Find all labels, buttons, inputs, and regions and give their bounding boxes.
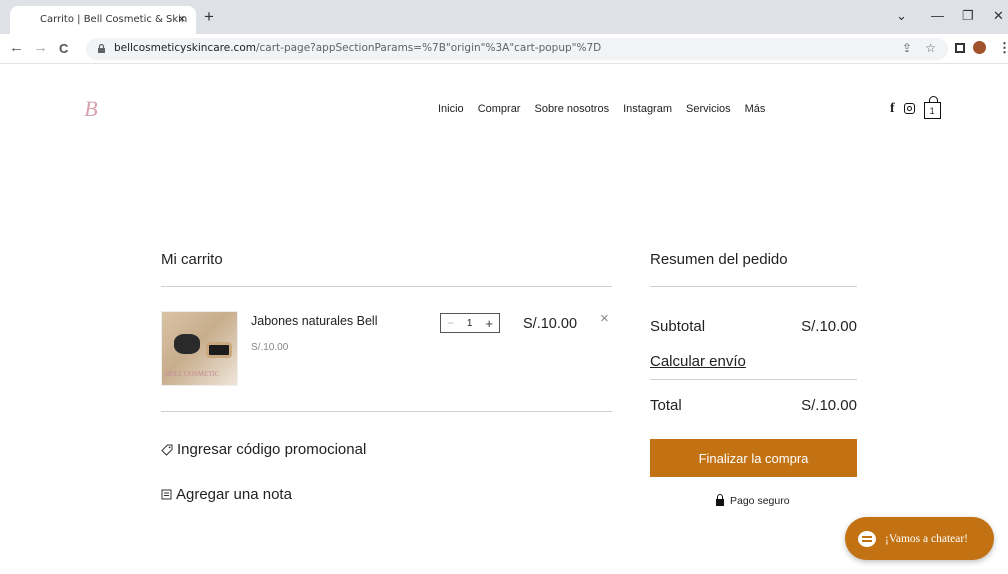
product-image[interactable]: BELL COSMETIC xyxy=(161,311,238,386)
browser-menu-icon[interactable]: ⋮ xyxy=(998,40,1008,56)
share-icon[interactable]: ⇪ xyxy=(902,41,912,55)
soap-bar xyxy=(206,342,232,358)
remove-item-icon[interactable]: × xyxy=(600,310,609,327)
tab-close-icon[interactable]: × xyxy=(178,11,186,26)
secure-payment-label: Pago seguro xyxy=(730,495,790,507)
subtotal-label: Subtotal xyxy=(650,318,706,335)
url-domain: bellcosmeticyskincare.com xyxy=(114,42,256,54)
subtotal-value: S/.10.00 xyxy=(801,318,857,335)
padlock-icon xyxy=(716,494,724,506)
reload-button[interactable]: C xyxy=(59,41,68,56)
divider xyxy=(161,286,612,287)
profile-avatar[interactable] xyxy=(973,41,986,54)
total-row: Total S/.10.00 xyxy=(650,397,857,414)
chat-bubble-icon xyxy=(858,530,876,547)
site-logo[interactable]: B xyxy=(74,92,108,126)
nav-item-servicios[interactable]: Servicios xyxy=(686,103,731,115)
lock-icon xyxy=(98,44,105,53)
divider xyxy=(161,411,612,412)
chat-button[interactable]: ¡Vamos a chatear! xyxy=(845,517,994,560)
quantity-stepper[interactable]: − 1 + xyxy=(440,313,500,333)
side-panel-icon[interactable] xyxy=(955,43,965,53)
note-icon xyxy=(161,489,172,500)
nav-item-mas[interactable]: Más xyxy=(745,103,766,115)
forward-button[interactable]: → xyxy=(33,39,48,56)
add-note-label: Agregar una nota xyxy=(176,486,292,503)
chat-label: ¡Vamos a chatear! xyxy=(885,532,969,545)
main-nav: Inicio Comprar Sobre nosotros Instagram … xyxy=(438,103,765,115)
quantity-value[interactable]: 1 xyxy=(467,318,473,329)
promo-code-link[interactable]: Ingresar código promocional xyxy=(161,441,366,458)
tab-title: Carrito | Bell Cosmetic & Skin xyxy=(40,14,188,25)
product-line-total: S/.10.00 xyxy=(523,316,578,332)
nav-item-sobre-nosotros[interactable]: Sobre nosotros xyxy=(534,103,609,115)
product-unit-price: S/.10.00 xyxy=(251,342,289,353)
total-value: S/.10.00 xyxy=(801,397,857,414)
url-field[interactable]: bellcosmeticyskincare.com/cart-page?appS… xyxy=(86,38,948,60)
close-window-button[interactable]: ✕ xyxy=(993,8,1004,24)
product-name[interactable]: Jabones naturales Bell xyxy=(251,314,377,328)
summary-heading: Resumen del pedido xyxy=(650,251,788,268)
increase-quantity-button[interactable]: + xyxy=(485,316,493,331)
calculate-shipping-link[interactable]: Calcular envío xyxy=(650,353,746,370)
nav-item-inicio[interactable]: Inicio xyxy=(438,103,464,115)
omnibox-actions: ⇪ ☆ xyxy=(902,41,936,55)
add-note-link[interactable]: Agregar una nota xyxy=(161,486,292,503)
nav-item-comprar[interactable]: Comprar xyxy=(478,103,521,115)
url-path: /cart-page?appSectionParams=%7B"origin"%… xyxy=(255,42,602,54)
divider xyxy=(650,286,857,287)
checkout-button[interactable]: Finalizar la compra xyxy=(650,439,857,477)
bookmark-star-icon[interactable]: ☆ xyxy=(925,41,936,55)
promo-code-label: Ingresar código promocional xyxy=(177,441,367,458)
back-button[interactable]: ← xyxy=(9,39,24,56)
browser-tab[interactable]: Carrito | Bell Cosmetic & Skin × xyxy=(10,6,196,34)
maximize-button[interactable]: ❐ xyxy=(962,8,974,24)
soap-bar xyxy=(174,334,200,354)
instagram-icon[interactable] xyxy=(903,103,915,114)
social-links: f 1 xyxy=(890,96,941,119)
facebook-icon[interactable]: f xyxy=(890,101,895,117)
product-image-brand: BELL COSMETIC xyxy=(165,370,220,378)
decrease-quantity-button[interactable]: − xyxy=(447,316,454,330)
secure-payment: Pago seguro xyxy=(716,494,790,507)
nav-item-instagram[interactable]: Instagram xyxy=(623,103,672,115)
tab-search-icon[interactable]: ⌄ xyxy=(896,8,907,24)
minimize-button[interactable]: — xyxy=(931,8,944,23)
address-bar: ← → C bellcosmeticyskincare.com/cart-pag… xyxy=(0,34,1008,64)
tag-icon xyxy=(161,444,173,456)
browser-tab-strip: Carrito | Bell Cosmetic & Skin × + ⌄ — ❐… xyxy=(0,0,1008,34)
total-label: Total xyxy=(650,397,682,414)
divider xyxy=(650,379,857,380)
subtotal-row: Subtotal S/.10.00 xyxy=(650,318,857,335)
cart-heading: Mi carrito xyxy=(161,251,223,268)
cart-icon[interactable]: 1 xyxy=(923,96,941,119)
new-tab-button[interactable]: + xyxy=(204,7,214,27)
url-text: bellcosmeticyskincare.com/cart-page?appS… xyxy=(114,42,601,54)
